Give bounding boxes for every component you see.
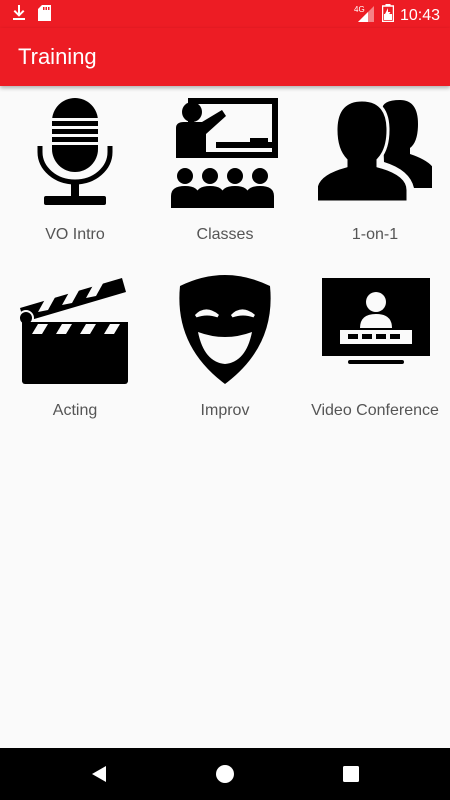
theater-mask-icon [179, 275, 271, 384]
tile-label: 1-on-1 [351, 226, 399, 243]
tile-1-on-1[interactable]: 1-on-1 [300, 90, 450, 260]
tile-label: Classes [196, 226, 254, 243]
clapperboard-icon [18, 278, 128, 384]
tile-label: VO Intro [45, 226, 105, 243]
navigation-bar [0, 748, 450, 800]
recents-icon[interactable] [339, 762, 363, 786]
clock: 10:43 [399, 6, 440, 24]
tile-label: Improv [200, 402, 250, 419]
page-title: Training [18, 44, 97, 69]
tile-label: Acting [52, 402, 98, 419]
network-type: 4G [354, 5, 365, 14]
microphone-icon [37, 98, 113, 205]
classroom-icon [171, 98, 278, 208]
tile-acting[interactable]: Acting [0, 266, 150, 436]
app-bar: Training [0, 28, 450, 86]
battery-icon [381, 4, 395, 27]
sd-card-icon [38, 5, 51, 26]
signal-icon: 4G [354, 4, 376, 27]
tile-improv[interactable]: Improv [150, 266, 300, 436]
tile-label: Video Conference [311, 402, 439, 419]
home-icon[interactable] [213, 762, 237, 786]
tile-video-conference[interactable]: Video Conference [300, 266, 450, 436]
video-conference-icon [322, 278, 430, 364]
status-bar: 4G 10:43 [0, 0, 450, 28]
download-icon [12, 5, 26, 26]
tile-classes[interactable]: Classes [150, 90, 300, 260]
tile-vo-intro[interactable]: VO Intro [0, 90, 150, 260]
back-icon[interactable] [88, 762, 112, 786]
two-people-icon [318, 98, 432, 204]
